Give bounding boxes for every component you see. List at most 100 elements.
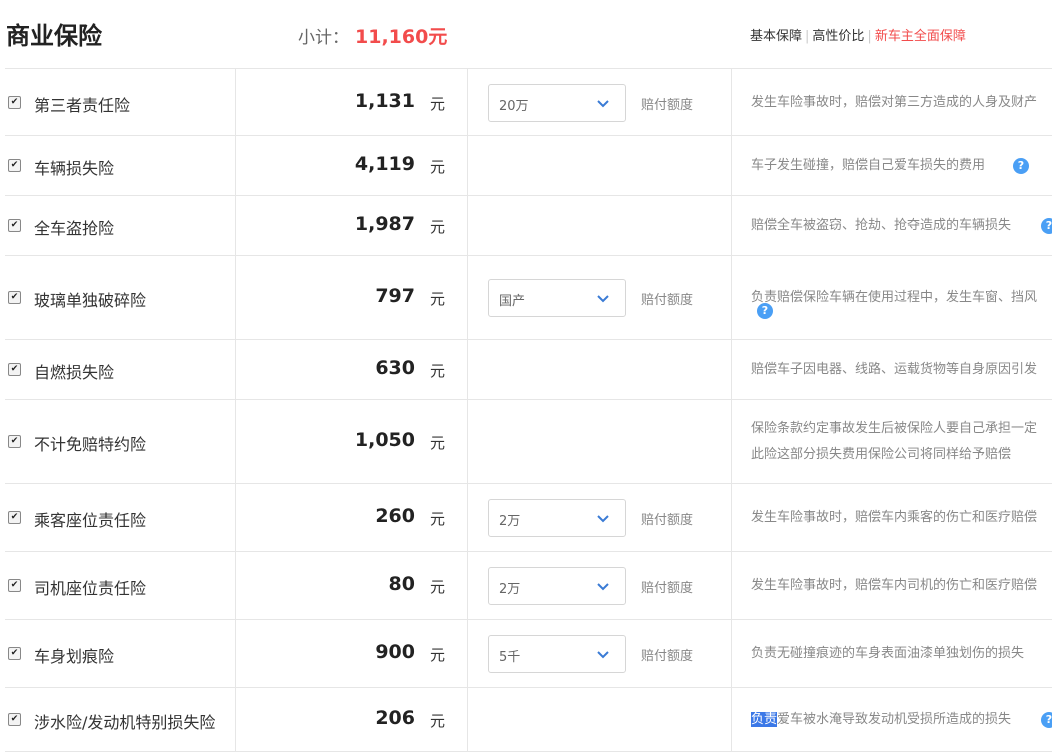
table-row: ✔ 车身划痕险 900 元 5千 赔付额度 负责无碰撞痕迹的车身表面油漆单独划伤的损失 [5,620,1052,688]
chevron-down-icon [597,583,609,591]
description-line: 负责爱车被水淹导致发动机受损所造成的损失 [751,707,1052,733]
limit-label: 赔付额度 [641,97,694,113]
column-divider [235,136,236,195]
limit-select[interactable]: 20万 [488,83,626,122]
table-row: ✔ 涉水险/发动机特别损失险 206 元 负责爱车被水淹导致发动机受损所造成的损失? [5,688,1052,752]
price-unit: 元 [430,578,446,596]
price-unit: 元 [430,434,446,452]
coverage-price: 900 [375,641,415,663]
description-line: 负责无碰撞痕迹的车身表面油漆单独划伤的损失 [751,646,1025,661]
column-divider [467,256,468,339]
subtotal-label: 小计： [298,28,349,48]
help-icon[interactable]: ? [1041,218,1052,234]
description-line: 赔偿车子因电器、线路、运载货物等自身原因引发 [751,362,1038,377]
coverage-price: 1,050 [354,429,415,451]
coverage-price: 1,987 [354,213,415,235]
coverage-checkbox[interactable]: ✔ [8,435,21,448]
coverage-checkbox[interactable]: ✔ [8,363,21,376]
column-divider [467,688,468,751]
coverage-price: 260 [375,505,415,527]
column-divider [235,552,236,619]
coverage-description: 赔偿全车被盗窃、抢劫、抢夺造成的车辆损失 [751,213,1052,239]
coverage-checkbox[interactable]: ✔ [8,219,21,232]
limit-select[interactable]: 2万 [488,567,626,605]
limit-select-value: 2万 [499,582,521,597]
column-divider [731,620,732,687]
coverage-description: 负责赔偿保险车辆在使用过程中，发生车窗、挡风 [751,285,1052,311]
column-divider [235,620,236,687]
coverage-checkbox[interactable]: ✔ [8,579,21,592]
price-unit: 元 [430,218,446,236]
page-title: 商业保险 [6,22,102,50]
plan-value-link[interactable]: 高性价比 [812,29,864,44]
limit-select-value: 2万 [499,514,521,529]
subtotal: 小计： 11,160元 [298,22,447,49]
column-divider [731,484,732,551]
limit-label: 赔付额度 [641,513,694,528]
coverage-checkbox[interactable]: ✔ [8,511,21,524]
column-divider [235,340,236,399]
coverage-description: 发生车险事故时，赔偿车内乘客的伤亡和医疗赔偿 [751,505,1052,531]
description-line: 赔偿全车被盗窃、抢劫、抢夺造成的车辆损失 [751,218,1012,233]
table-row: ✔ 乘客座位责任险 260 元 2万 赔付额度 发生车险事故时，赔偿车内乘客的伤亡和医疗… [5,484,1052,552]
chevron-down-icon [597,99,609,107]
price-unit: 元 [430,94,446,113]
column-divider [235,484,236,551]
limit-select-value: 20万 [499,98,529,114]
description-line: 车子发生碰撞，赔偿自己爱车损失的费用 [751,158,986,173]
coverage-checkbox[interactable]: ✔ [8,647,21,660]
description-line: 保险条款约定事故发生后被保险人要自己承担一定 [751,421,1038,436]
help-icon[interactable]: ? [757,303,773,319]
limit-label: 赔付额度 [641,293,694,308]
coverage-checkbox[interactable]: ✔ [8,95,21,109]
column-divider [235,688,236,751]
limit-label: 赔付额度 [641,581,694,596]
column-divider [731,400,732,483]
column-divider [731,136,732,195]
plan-new-owner-link[interactable]: 新车主全面保障 [875,29,966,44]
coverage-price: 80 [388,573,415,595]
column-divider [731,69,732,135]
plan-basic-link[interactable]: 基本保障 [750,29,802,44]
description-rest: 爱车被水淹导致发动机受损所造成的损失 [777,712,1012,727]
column-divider [467,484,468,551]
chevron-down-icon [597,651,609,659]
coverage-description: 保险条款约定事故发生后被保险人要自己承担一定 此险这部分损失费用保险公司将同样给予… [751,416,1052,468]
column-divider [467,620,468,687]
coverage-name: 玻璃单独破碎险 [34,291,147,310]
column-divider [467,400,468,483]
help-icon[interactable]: ? [1013,158,1029,174]
limit-select-value: 国产 [499,294,526,309]
coverage-checkbox[interactable]: ✔ [8,159,21,172]
coverage-description: 赔偿车子因电器、线路、运载货物等自身原因引发 [751,357,1052,383]
column-divider [467,69,468,135]
coverage-description: 发生车险事故时，赔偿对第三方造成的人身及财产 [751,90,1052,116]
coverage-description: 车子发生碰撞，赔偿自己爱车损失的费用 [751,153,1052,179]
limit-select[interactable]: 2万 [488,499,626,537]
limit-select[interactable]: 5千 [488,635,626,673]
table-row: ✔ 司机座位责任险 80 元 2万 赔付额度 发生车险事故时，赔偿车内司机的伤亡和医疗赔… [5,552,1052,620]
column-divider [235,196,236,255]
description-line: 负责赔偿保险车辆在使用过程中，发生车窗、挡风 [751,290,1038,305]
coverage-name: 全车盗抢险 [34,219,115,238]
column-divider [467,196,468,255]
insurance-table: ✔ 第三者责任险 1,131 元 20万 赔付额度 发生车险事故时，赔偿对第三方造成的人… [5,68,1052,752]
coverage-checkbox[interactable]: ✔ [8,291,21,304]
coverage-name: 涉水险/发动机特别损失险 [34,713,216,732]
column-divider [467,552,468,619]
help-icon[interactable]: ? [1041,712,1052,728]
coverage-description: 发生车险事故时，赔偿车内司机的伤亡和医疗赔偿 [751,573,1052,599]
subtotal-value: 11,160元 [355,26,448,48]
chevron-down-icon [597,515,609,523]
coverage-price: 630 [375,357,415,379]
table-row: ✔ 第三者责任险 1,131 元 20万 赔付额度 发生车险事故时，赔偿对第三方造成的人… [5,69,1052,136]
limit-select[interactable]: 国产 [488,279,626,317]
coverage-description: 负责爱车被水淹导致发动机受损所造成的损失 [751,707,1052,733]
price-unit: 元 [430,290,446,308]
coverage-checkbox[interactable]: ✔ [8,713,21,726]
price-unit: 元 [430,158,446,176]
column-divider [731,256,732,339]
column-divider [731,552,732,619]
plan-links: 基本保障 | 高性价比 | 新车主全面保障 [750,29,966,44]
description-highlight: 负责 [751,712,778,727]
